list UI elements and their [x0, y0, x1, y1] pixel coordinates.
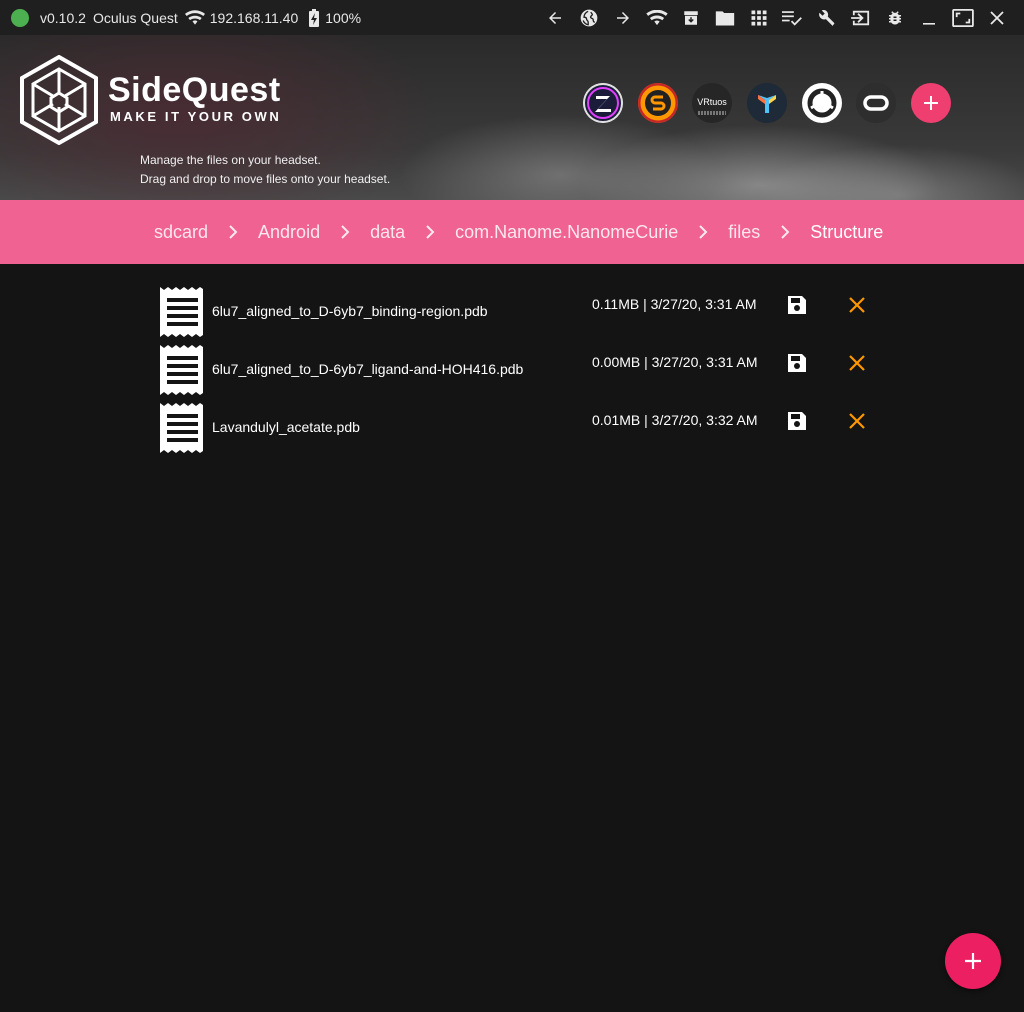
file-list: 6lu7_aligned_to_D-6yb7_binding-region.pd… — [156, 287, 880, 461]
breadcrumb: sdcard Android data com.Nanome.NanomeCur… — [154, 200, 883, 264]
input-icon[interactable] — [844, 0, 878, 35]
header-banner: SideQuest MAKE IT YOUR OWN Manage the fi… — [0, 35, 1024, 200]
list-item[interactable]: 6lu7_aligned_to_D-6yb7_ligand-and-HOH416… — [156, 345, 880, 403]
add-file-button[interactable] — [945, 933, 1001, 989]
breadcrumb-item-android[interactable]: Android — [258, 222, 320, 243]
battery-level: 100% — [325, 9, 362, 26]
grid-icon[interactable] — [742, 0, 776, 35]
page-description: Manage the files on your headset. Drag a… — [140, 151, 390, 189]
chevron-right-icon — [425, 225, 435, 239]
brand-tagline: MAKE IT YOUR OWN — [110, 109, 282, 124]
save-icon[interactable] — [785, 351, 809, 375]
wifi-icon[interactable] — [640, 0, 674, 35]
trident-icon[interactable] — [747, 83, 788, 123]
close-icon[interactable] — [980, 0, 1014, 35]
wifi-icon — [184, 9, 205, 26]
document-icon — [156, 287, 205, 337]
chevron-right-icon — [228, 225, 238, 239]
save-icon[interactable] — [785, 293, 809, 317]
file-meta: 0.11MB | 3/27/20, 3:31 AM — [592, 296, 757, 312]
forward-arrow-icon[interactable] — [606, 0, 640, 35]
breadcrumb-item-data[interactable]: data — [370, 222, 405, 243]
device-ip: 192.168.11.40 — [209, 9, 299, 26]
battery-charging-icon — [309, 8, 320, 27]
breadcrumb-bar: sdcard Android data com.Nanome.NanomeCur… — [0, 200, 1024, 264]
bug-icon[interactable] — [878, 0, 912, 35]
chevron-right-icon — [340, 225, 350, 239]
save-icon[interactable] — [785, 409, 809, 433]
version-label: v0.10.2 — [40, 9, 86, 26]
description-line-1: Manage the files on your headset. — [140, 153, 321, 167]
chevron-right-icon — [698, 225, 708, 239]
globe-icon[interactable] — [572, 0, 606, 35]
list-item[interactable]: Lavandulyl_acetate.pdb 0.01MB | 3/27/20,… — [156, 403, 880, 461]
document-icon — [156, 345, 205, 395]
delete-icon[interactable] — [845, 351, 869, 375]
brand-title: SideQuest — [108, 71, 281, 109]
connection-status-indicator — [11, 8, 29, 27]
breadcrumb-item-current[interactable]: Structure — [810, 222, 883, 243]
file-name: Lavandulyl_acetate.pdb — [212, 419, 360, 435]
breadcrumb-item-package[interactable]: com.Nanome.NanomeCurie — [455, 222, 678, 243]
playlist-check-icon[interactable] — [776, 0, 810, 35]
minimize-icon[interactable] — [912, 0, 946, 35]
sidequest-logo-icon — [20, 54, 98, 150]
maximize-icon[interactable] — [946, 0, 980, 35]
oculus-icon[interactable] — [856, 83, 897, 123]
ring-icon[interactable] — [801, 83, 842, 123]
status-bar: v0.10.2 Oculus Quest 192.168.11.40 100% — [0, 0, 1024, 35]
description-line-2: Drag and drop to move files onto your he… — [140, 172, 391, 186]
file-meta: 0.00MB | 3/27/20, 3:31 AM — [592, 354, 758, 370]
list-item[interactable]: 6lu7_aligned_to_D-6yb7_binding-region.pd… — [156, 287, 880, 345]
zeoni-icon[interactable] — [583, 83, 623, 123]
delete-icon[interactable] — [845, 409, 869, 433]
back-arrow-icon[interactable] — [538, 0, 572, 35]
breadcrumb-item-files[interactable]: files — [728, 222, 760, 243]
chevron-right-icon — [780, 225, 790, 239]
folder-icon[interactable] — [708, 0, 742, 35]
vrtuos-icon[interactable]: VRtuos — [692, 83, 733, 123]
device-name: Oculus Quest — [92, 9, 178, 26]
file-meta: 0.01MB | 3/27/20, 3:32 AM — [592, 412, 758, 428]
delete-icon[interactable] — [845, 293, 869, 317]
sidequest-s-icon[interactable] — [637, 83, 678, 123]
wrench-icon[interactable] — [810, 0, 844, 35]
plus-icon — [965, 953, 981, 969]
file-name: 6lu7_aligned_to_D-6yb7_binding-region.pd… — [212, 303, 488, 319]
breadcrumb-item-sdcard[interactable]: sdcard — [154, 222, 208, 243]
app-shortcut-bar: VRtuos — [583, 83, 952, 123]
window-toolbar — [538, 0, 1014, 35]
document-icon — [156, 403, 205, 453]
vrtuos-label: VRtuos — [698, 97, 728, 107]
archive-icon[interactable] — [674, 0, 708, 35]
add-app-button[interactable] — [911, 83, 952, 123]
file-name: 6lu7_aligned_to_D-6yb7_ligand-and-HOH416… — [212, 361, 524, 377]
